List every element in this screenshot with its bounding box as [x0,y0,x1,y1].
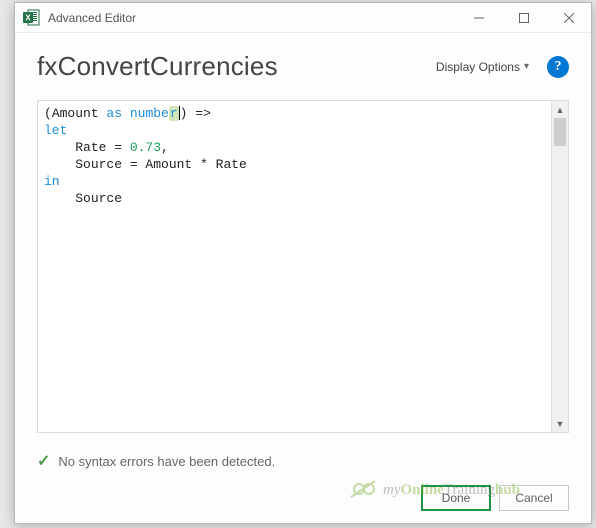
scroll-thumb[interactable] [554,118,566,146]
display-options-dropdown[interactable]: Display Options ▾ [436,60,529,74]
excel-icon: X [23,9,40,26]
svg-text:X: X [25,14,31,23]
text-cursor [179,106,180,120]
check-icon: ✓ [37,451,50,471]
maximize-button[interactable] [501,3,546,32]
vertical-scrollbar[interactable]: ▲ ▼ [551,101,568,432]
code-editor[interactable]: (Amount as number) => let Rate = 0.73, S… [37,100,569,433]
scroll-down-icon[interactable]: ▼ [552,415,568,432]
status-bar: ✓ No syntax errors have been detected. [37,447,569,475]
titlebar: X Advanced Editor [15,3,591,33]
button-row: myOnlineTraininghub Done Cancel [37,485,569,511]
advanced-editor-window: X Advanced Editor fxConvertCurrencies Di… [14,2,592,524]
help-icon[interactable]: ? [547,56,569,78]
window-controls [456,3,591,32]
done-button[interactable]: Done [421,485,491,511]
window-title: Advanced Editor [48,11,456,25]
header-right: Display Options ▾ ? [436,56,569,78]
close-button[interactable] [546,3,591,32]
code-text: (Amount as number) => let Rate = 0.73, S… [38,101,568,211]
query-name: fxConvertCurrencies [37,51,278,82]
header-row: fxConvertCurrencies Display Options ▾ ? [37,51,569,82]
minimize-button[interactable] [456,3,501,32]
display-options-label: Display Options [436,60,520,74]
chevron-down-icon: ▾ [524,61,529,72]
cancel-button[interactable]: Cancel [499,485,569,511]
scroll-up-icon[interactable]: ▲ [552,101,568,118]
content-area: fxConvertCurrencies Display Options ▾ ? … [15,33,591,523]
status-text: No syntax errors have been detected. [58,454,275,469]
